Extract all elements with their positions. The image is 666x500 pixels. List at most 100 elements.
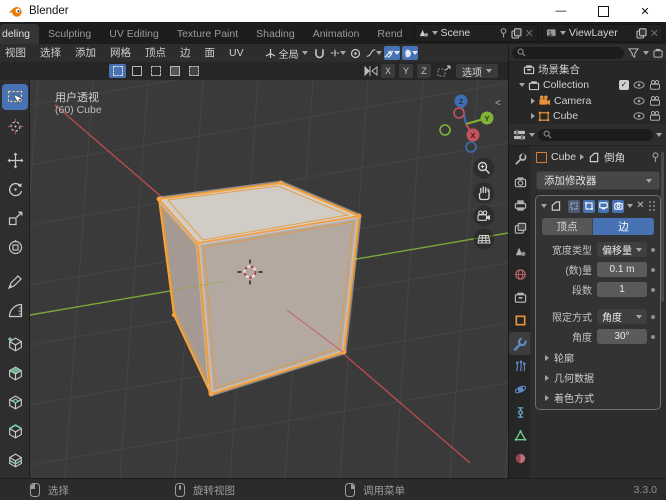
display-edit-mode-toggle[interactable] xyxy=(582,199,595,213)
animate-dot[interactable] xyxy=(651,267,655,272)
pin-icon[interactable] xyxy=(651,151,660,163)
snap-base-icon[interactable] xyxy=(437,65,451,77)
rotate-tool[interactable] xyxy=(2,176,28,202)
menu-add[interactable]: 添加 xyxy=(68,45,103,62)
properties-tab-render[interactable] xyxy=(509,171,531,194)
snap-target-dropdown[interactable] xyxy=(330,46,346,60)
drag-handle[interactable] xyxy=(648,200,655,212)
animate-dot[interactable] xyxy=(651,287,655,292)
bevel-tool[interactable] xyxy=(2,418,28,444)
cube-object[interactable] xyxy=(156,180,362,397)
delete-modifier-button[interactable]: ✕ xyxy=(636,201,644,211)
navigation-gizmo[interactable]: Z Y X xyxy=(439,94,494,153)
workspace-tab-render[interactable]: Rend xyxy=(368,24,411,44)
inset-faces-tool[interactable] xyxy=(2,389,28,415)
display-render-toggle[interactable] xyxy=(612,199,625,213)
expand-camera-caret[interactable] xyxy=(531,97,535,104)
affect-vertices-option[interactable]: 顶点 xyxy=(542,218,593,235)
minimize-button[interactable]: — xyxy=(540,0,582,22)
proportional-falloff-dropdown[interactable] xyxy=(366,46,382,60)
outliner-row-cube[interactable]: Cube xyxy=(509,109,666,125)
section-shading[interactable]: 着色方式 xyxy=(536,389,660,406)
display-on-cage-toggle[interactable] xyxy=(567,199,580,213)
snap-magnet-icon[interactable] xyxy=(312,46,328,60)
workspace-tab-sculpting[interactable]: Sculpting xyxy=(39,24,100,44)
menu-uv[interactable]: UV xyxy=(222,45,251,62)
new-scene-icon[interactable] xyxy=(511,27,522,39)
properties-search-input[interactable] xyxy=(538,128,653,141)
move-tool[interactable] xyxy=(2,147,28,173)
gizmo-minus-y-ball[interactable] xyxy=(439,124,451,136)
select-mode-subtract[interactable] xyxy=(147,64,164,78)
menu-mesh[interactable]: 网格 xyxy=(103,45,138,62)
properties-tab-view-layer[interactable] xyxy=(509,217,531,240)
menu-view[interactable]: 视图 xyxy=(0,45,33,62)
workspace-tab-shading[interactable]: Shading xyxy=(247,24,304,44)
section-geometry[interactable]: 几何数据 xyxy=(536,369,660,386)
outliner-row-collection[interactable]: Collection ✓ xyxy=(509,78,666,94)
properties-tab-scene[interactable] xyxy=(509,240,531,263)
menu-edge[interactable]: 边 xyxy=(173,45,198,62)
cursor-tool[interactable] xyxy=(2,113,28,139)
viewlayer-selector[interactable]: ViewLayer ✕ xyxy=(541,24,663,42)
mirror-z-toggle[interactable]: Z xyxy=(417,64,431,78)
outliner-row-scene-collection[interactable]: 场景集合 xyxy=(509,62,666,78)
section-profile[interactable]: 轮廓 xyxy=(536,349,660,366)
width-type-dropdown[interactable]: 偏移量 xyxy=(597,242,647,257)
limit-method-dropdown[interactable]: 角度 xyxy=(597,309,647,324)
workspace-tab-animation[interactable]: Animation xyxy=(304,24,369,44)
mirror-y-toggle[interactable]: Y xyxy=(399,64,413,78)
expand-collection-caret[interactable] xyxy=(519,83,525,88)
extrude-region-tool[interactable] xyxy=(2,360,28,386)
expand-cube-caret[interactable] xyxy=(531,113,535,120)
scene-selector[interactable]: Scene ✕ xyxy=(413,24,538,42)
properties-tab-modifiers[interactable] xyxy=(509,332,531,355)
properties-tab-tool[interactable] xyxy=(509,148,531,171)
new-viewlayer-icon[interactable] xyxy=(636,27,647,39)
filter-icon[interactable] xyxy=(628,47,639,58)
properties-tab-world[interactable] xyxy=(509,263,531,286)
breadcrumb-object[interactable]: Cube xyxy=(551,151,576,163)
animate-dot[interactable] xyxy=(651,247,655,252)
viewport-3d[interactable]: Z Y X < xyxy=(30,80,508,478)
properties-tab-physics[interactable] xyxy=(509,378,531,401)
select-mode-intersect[interactable] xyxy=(185,64,202,78)
close-button[interactable]: ✕ xyxy=(624,0,666,22)
display-realtime-toggle[interactable] xyxy=(597,199,610,213)
workspace-tab-texture-paint[interactable]: Texture Paint xyxy=(168,24,247,44)
loop-cut-tool[interactable] xyxy=(2,447,28,473)
properties-tab-particles[interactable] xyxy=(509,355,531,378)
scale-tool[interactable] xyxy=(2,205,28,231)
add-modifier-button[interactable]: 添加修改器 xyxy=(536,171,660,190)
outliner-row-camera[interactable]: Camera xyxy=(509,93,666,109)
hide-eye-icon[interactable] xyxy=(633,81,645,89)
select-mode-invert[interactable] xyxy=(166,64,183,78)
transform-tool[interactable] xyxy=(2,234,28,260)
properties-tab-object-data[interactable] xyxy=(509,424,531,447)
modifier-extras-caret[interactable] xyxy=(627,204,634,208)
hide-eye-icon[interactable] xyxy=(633,112,645,120)
affect-edges-option[interactable]: 边 xyxy=(592,218,654,235)
menu-face[interactable]: 面 xyxy=(198,45,223,62)
gizmo-minus-z-ball[interactable] xyxy=(465,141,477,153)
disable-render-camera-icon[interactable] xyxy=(649,80,661,90)
disable-render-camera-icon[interactable] xyxy=(649,95,661,106)
animate-dot[interactable] xyxy=(651,314,655,319)
animate-dot[interactable] xyxy=(651,334,655,339)
properties-tab-material[interactable] xyxy=(509,447,531,470)
properties-tab-output[interactable] xyxy=(509,194,531,217)
menu-vertex[interactable]: 顶点 xyxy=(138,45,173,62)
xray-toggle[interactable] xyxy=(383,46,400,60)
new-collection-icon[interactable] xyxy=(653,48,663,58)
segments-value-input[interactable]: 1 xyxy=(597,282,647,297)
pin-icon[interactable] xyxy=(499,28,508,38)
properties-options-caret[interactable] xyxy=(656,132,662,137)
add-cube-tool[interactable] xyxy=(2,331,28,357)
hide-eye-icon[interactable] xyxy=(633,97,645,105)
collapse-panel-caret[interactable] xyxy=(541,204,547,208)
properties-tab-object[interactable] xyxy=(509,309,531,332)
collection-checkbox[interactable]: ✓ xyxy=(619,80,629,91)
measure-tool[interactable] xyxy=(2,297,28,323)
amount-value-input[interactable]: 0.1 m xyxy=(597,262,647,277)
shading-mode-toggle[interactable] xyxy=(401,46,418,60)
